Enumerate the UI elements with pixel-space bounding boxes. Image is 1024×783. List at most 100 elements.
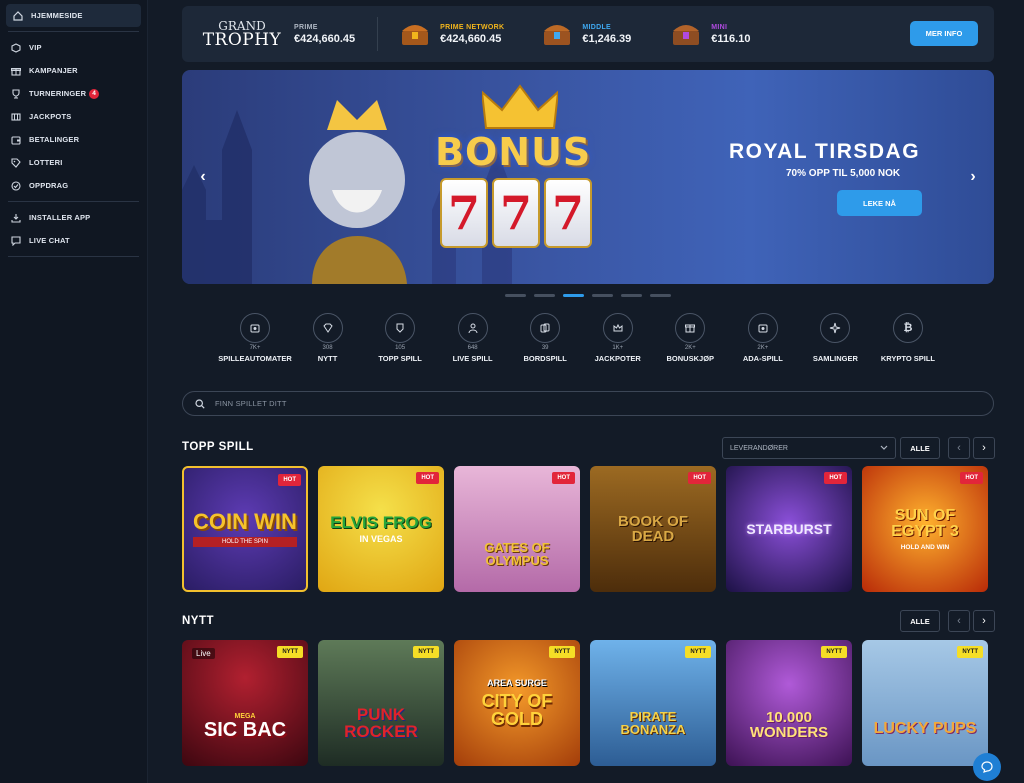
carousel-dot[interactable]	[505, 294, 526, 297]
sidebar-item-label: VIP	[29, 43, 42, 52]
show-all-button[interactable]: ALLE	[900, 437, 940, 459]
vip-icon	[10, 42, 21, 53]
jackpot-value: €1,246.39	[582, 32, 632, 45]
game-search[interactable]	[182, 391, 994, 416]
gift-box-icon	[675, 313, 706, 343]
category-nytt[interactable]: 308 NYTT	[292, 313, 364, 363]
game-card-coin-win[interactable]: COIN WIN HOLD THE SPIN HOT	[182, 466, 308, 592]
chevron-left-icon[interactable]: ‹	[948, 610, 970, 632]
sidebar-item-live-chat[interactable]: LIVE CHAT	[0, 229, 147, 252]
sidebar-item-label: BETALINGER	[29, 135, 80, 144]
sidebar-item-label: OPPDRAG	[29, 181, 69, 190]
game-card-lucky-pups[interactable]: LUCKY PUPS NYTT	[862, 640, 988, 766]
game-title: SIC BAC	[203, 718, 287, 741]
game-card-city-of-gold[interactable]: AREA SURGE CITY OF GOLD NYTT	[454, 640, 580, 766]
notification-badge: 4	[89, 88, 100, 99]
category-topp-spill[interactable]: 105 TOPP SPILL	[364, 313, 436, 363]
live-chat-button[interactable]	[973, 753, 1001, 781]
grand-trophy-logo: GRAND TROPHY	[196, 20, 288, 49]
sidebar-item-kampanjer[interactable]: KAMPANJER	[0, 59, 147, 82]
category-bonuskjop[interactable]: 2K+ BONUSKJØP	[654, 313, 726, 363]
chevron-left-icon[interactable]: ‹	[948, 437, 970, 459]
sidebar-item-betalinger[interactable]: BETALINGER	[0, 128, 147, 151]
chevron-right-icon[interactable]: ›	[973, 437, 995, 459]
category-count: 2K+	[757, 345, 769, 351]
category-krypto-spill[interactable]: ₿ KRYPTO SPILL	[872, 313, 944, 363]
section-title-top-games: TOPP SPILL	[182, 441, 254, 453]
game-card-10000-wonders[interactable]: 10.000 WONDERS NYTT	[726, 640, 852, 766]
sidebar-item-vip[interactable]: VIP	[0, 36, 147, 59]
play-now-button[interactable]: LEKE NÅ	[837, 190, 922, 216]
carousel-dot[interactable]	[592, 294, 613, 297]
category-jackpoter[interactable]: 1K+ JACKPOTER	[582, 313, 654, 363]
top-games-row: COIN WIN HOLD THE SPIN HOT ELVIS FROG IN…	[182, 466, 988, 592]
game-card-elvis-frog[interactable]: ELVIS FROG IN VEGAS HOT	[318, 466, 444, 592]
sidebar-item-label: KAMPANJER	[29, 66, 78, 75]
section-title-new-games: NYTT	[182, 615, 215, 627]
category-label: TOPP SPILL	[378, 354, 422, 363]
providers-label: LEVERANDØRER	[730, 444, 788, 452]
game-subtitle: IN VEGAS	[359, 534, 403, 544]
sidebar-item-turneringer[interactable]: TURNERINGER 4	[0, 82, 147, 105]
sidebar-item-label: LOTTERI	[29, 158, 63, 167]
chevron-left-icon[interactable]: ‹	[196, 168, 210, 186]
category-live-spill[interactable]: 648 LIVE SPILL	[437, 313, 509, 363]
game-card-book-of-dead[interactable]: BOOK OF DEAD HOT	[590, 466, 716, 592]
hot-badge: HOT	[552, 472, 575, 484]
category-ada-spill[interactable]: 2K+ ADA-SPILL	[727, 313, 799, 363]
jackpot-label: MINI	[711, 23, 728, 31]
category-spilleautomater[interactable]: 7K+ SPILLEAUTOMATER	[218, 313, 292, 363]
game-title: SUN OF EGYPT 3	[891, 506, 959, 540]
cards-icon	[530, 313, 561, 343]
game-card-gates-of-olympus[interactable]: GATES OF OLYMPUS HOT	[454, 466, 580, 592]
more-info-button[interactable]: MER INFO	[910, 21, 978, 46]
sidebar-item-oppdrag[interactable]: OPPDRAG	[0, 174, 147, 197]
chat-bubble-icon	[981, 761, 993, 773]
hot-badge: HOT	[416, 472, 439, 484]
live-dealer-icon	[457, 313, 488, 343]
category-count: 308	[322, 345, 333, 351]
game-card-pirate-bonanza[interactable]: PIRATE BONANZA NYTT	[590, 640, 716, 766]
crown-icon	[482, 84, 558, 129]
diamond-icon	[312, 313, 343, 343]
chevron-right-icon[interactable]: ›	[973, 610, 995, 632]
game-title: ELVIS FROG	[330, 513, 432, 532]
game-card-starburst[interactable]: STARBURST HOT	[726, 466, 852, 592]
search-input[interactable]	[215, 399, 915, 408]
sidebar-item-installer-app[interactable]: INSTALLER APP	[0, 206, 147, 229]
chevron-right-icon[interactable]: ›	[966, 168, 980, 186]
carousel-dot[interactable]	[534, 294, 555, 297]
game-title: PUNK ROCKER	[344, 705, 418, 741]
reel: 7	[544, 178, 592, 248]
providers-dropdown[interactable]: LEVERANDØRER	[722, 437, 896, 459]
carousel-dot[interactable]	[650, 294, 671, 297]
new-badge: NYTT	[821, 646, 847, 658]
search-icon	[195, 398, 205, 409]
jackpot-value: €424,660.45	[294, 32, 356, 45]
show-all-button[interactable]: ALLE	[900, 610, 940, 632]
sidebar-divider	[8, 256, 139, 257]
sidebar-item-label: LIVE CHAT	[29, 236, 70, 245]
game-title: GATES OF OLYMPUS	[484, 540, 550, 568]
category-samlinger[interactable]: SAMLINGER	[799, 313, 871, 363]
game-card-punk-rocker[interactable]: PUNK ROCKER NYTT	[318, 640, 444, 766]
divider	[377, 17, 379, 51]
game-card-sun-of-egypt-3[interactable]: SUN OF EGYPT 3 HOLD AND WIN HOT	[862, 466, 988, 592]
sidebar-item-home[interactable]: HJEMMESIDE	[6, 4, 141, 27]
jackpot-mini: MINI €116.10	[671, 21, 750, 47]
category-label: LIVE SPILL	[452, 354, 493, 363]
carousel-dot-active[interactable]	[563, 294, 584, 297]
category-nav: 7K+ SPILLEAUTOMATER 308 NYTT 105 TOPP SP…	[218, 313, 944, 363]
treasure-chest-icon	[673, 25, 700, 45]
sidebar-item-jackpots[interactable]: JACKPOTS	[0, 105, 147, 128]
download-icon	[10, 212, 21, 223]
promo-banner[interactable]: BONUS 7 7 7 ROYAL TIRSDAG 70% OPP TIL 5,…	[182, 70, 994, 284]
sidebar-item-lotteri[interactable]: LOTTERI	[0, 151, 147, 174]
category-label: BONUSKJØP	[666, 354, 715, 363]
category-bordspill[interactable]: 39 BORDSPILL	[509, 313, 581, 363]
new-games-row: Live MEGA SIC BAC NYTT PUNK ROCKER NYTT …	[182, 640, 988, 766]
game-card-sic-bac[interactable]: Live MEGA SIC BAC NYTT	[182, 640, 308, 766]
carousel-dot[interactable]	[621, 294, 642, 297]
hot-badge: HOT	[688, 472, 711, 484]
hot-badge: HOT	[278, 474, 301, 486]
